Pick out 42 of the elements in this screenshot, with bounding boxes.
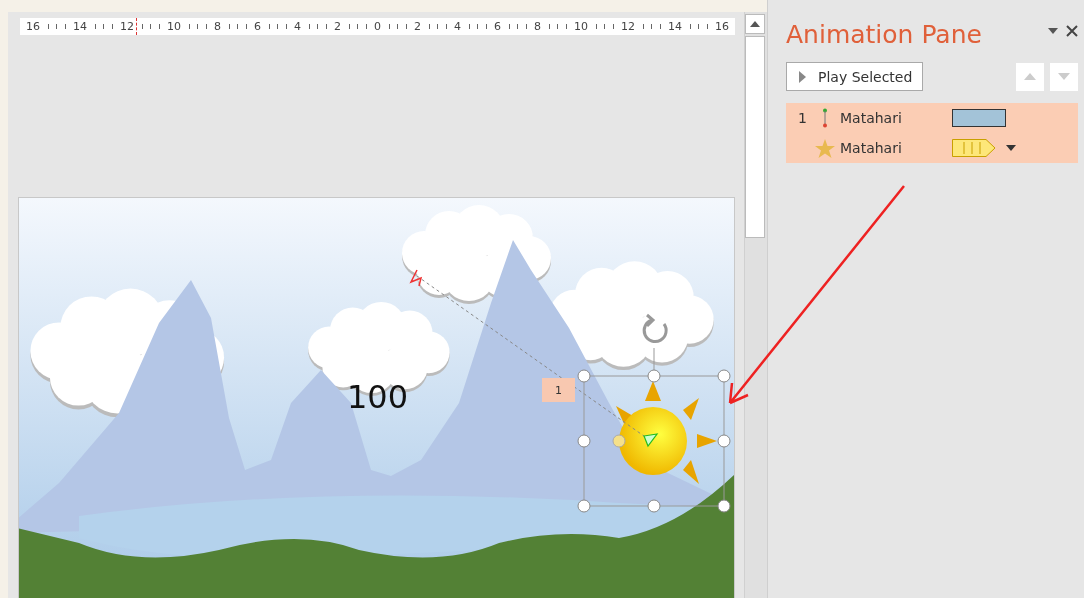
play-selected-button[interactable]: Play Selected — [786, 62, 924, 91]
scroll-up-button[interactable] — [745, 14, 765, 34]
animation-tag: 1 — [542, 378, 575, 402]
ruler-number: 12 — [120, 19, 134, 35]
ruler-number: 2 — [414, 19, 421, 35]
ruler-number: 4 — [294, 19, 301, 35]
ruler-number: 0 — [374, 19, 381, 35]
scroll-thumb[interactable] — [745, 36, 765, 238]
ruler-number: 2 — [334, 19, 341, 35]
caret-up-icon — [750, 21, 760, 27]
end-marker-icon — [409, 269, 423, 287]
caret-down-icon — [1058, 73, 1070, 80]
ruler-number: 10 — [574, 19, 588, 35]
ruler-number: 6 — [254, 19, 261, 35]
close-icon[interactable] — [1066, 25, 1078, 37]
caret-down-icon[interactable] — [1048, 28, 1058, 34]
item-name: Matahari — [840, 140, 903, 156]
play-icon — [799, 70, 806, 83]
star-icon — [815, 138, 835, 158]
ruler-number: 4 — [454, 19, 461, 35]
ruler-number: 8 — [214, 19, 221, 35]
ruler-number: 12 — [621, 19, 635, 35]
ruler-number: 14 — [73, 19, 87, 35]
ruler-number: 8 — [534, 19, 541, 35]
timing-bar — [952, 139, 996, 157]
item-name: Matahari — [840, 110, 903, 126]
pane-title: Animation Pane — [786, 20, 982, 50]
item-number: 1 — [798, 110, 807, 126]
slide-text: 100 — [347, 381, 409, 413]
caret-down-icon[interactable] — [1006, 145, 1016, 151]
ruler-number: 14 — [668, 19, 682, 35]
start-marker-icon — [643, 433, 659, 448]
ruler-number: 10 — [167, 19, 181, 35]
animation-item[interactable]: Matahari — [786, 133, 1078, 163]
ruler-number: 16 — [26, 19, 40, 35]
caret-up-icon — [1024, 73, 1036, 80]
timing-bar — [952, 109, 1006, 127]
animation-item[interactable]: 1 Matahari — [786, 103, 1078, 133]
ruler-number: 6 — [494, 19, 501, 35]
rotate-icon[interactable] — [642, 313, 668, 344]
ruler-number: 16 — [715, 19, 729, 35]
motion-path-icon — [822, 108, 828, 128]
